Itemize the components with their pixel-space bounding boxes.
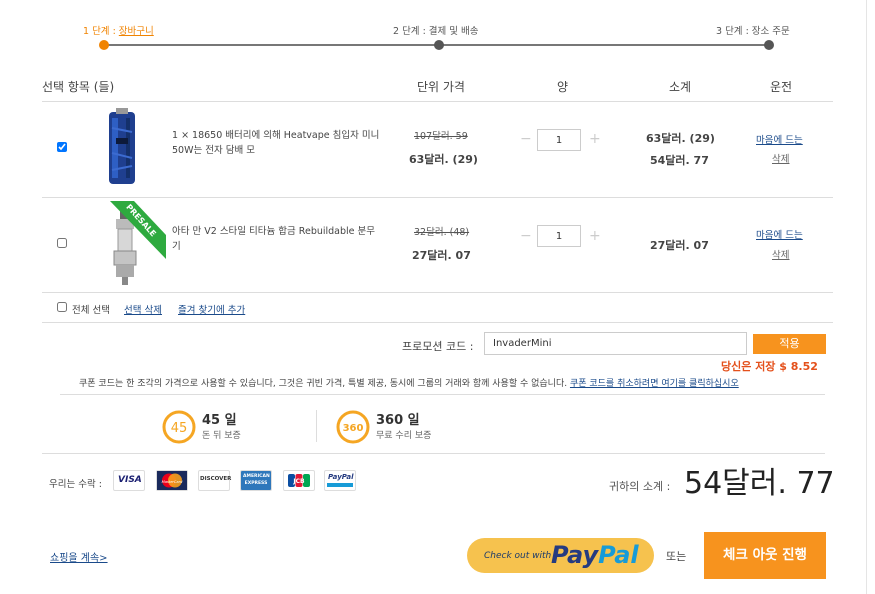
or-text: 또는	[666, 550, 687, 563]
product-name[interactable]: 아타 만 V2 스타일 티타늄 합금 Rebuildable 분무기	[172, 224, 382, 254]
new-price: 63달러. (29)	[409, 153, 478, 166]
paypal-card-icon: PayPal	[324, 470, 356, 491]
qty-increase-button[interactable]: +	[589, 131, 601, 147]
guarantee-title: 45 일	[202, 413, 237, 428]
paypal-checkout-button[interactable]: Check out with PayPal	[467, 538, 654, 573]
item-checkbox[interactable]	[57, 142, 67, 152]
coupon-note: 쿠폰 코드는 한 조각의 가격으로 사용할 수 있습니다, 그것은 귀빈 가격,…	[79, 379, 739, 389]
header-subtotal: 소계	[669, 80, 692, 94]
item-checkbox[interactable]	[57, 238, 67, 248]
delete-link[interactable]: 삭제	[772, 151, 789, 165]
promo-code-label: 프로모션 코드 :	[402, 340, 474, 353]
divider	[42, 322, 833, 323]
wishlist-link[interactable]: 마음에 드는	[756, 132, 803, 146]
header-items: 선택 항목 (들)	[42, 80, 115, 94]
money-back-guarantee-icon: 45	[162, 410, 196, 444]
header-action: 운전	[770, 80, 793, 94]
battery-mod-icon	[109, 108, 135, 184]
saving-text: 당신은 저장 $ 8.52	[721, 360, 818, 373]
divider	[60, 394, 825, 395]
select-all-label[interactable]: 전체 선택	[72, 302, 110, 316]
qty-decrease-button[interactable]: −	[520, 131, 532, 147]
subtotal-label: 귀하의 소계 :	[609, 480, 671, 493]
continue-shopping-link[interactable]: 쇼핑을 계속>	[50, 549, 108, 564]
paypal-logo: PayPal	[551, 541, 639, 569]
step-1-dot	[99, 40, 109, 50]
svg-text:JCB: JCB	[292, 478, 305, 485]
guarantee-subtitle: 무료 수리 보증	[376, 431, 432, 441]
discover-icon: DISCOVER	[198, 470, 231, 491]
step-3-label: 3 단계 : 장소 주문	[716, 26, 790, 37]
item-subtotal-discounted: 54달러. 77	[650, 154, 709, 167]
visa-icon: VISA	[113, 470, 145, 491]
guarantee-subtitle: 돈 뒤 보증	[202, 431, 241, 441]
header-unit-price: 단위 가격	[417, 80, 465, 94]
divider	[42, 101, 833, 102]
qty-increase-button[interactable]: +	[589, 228, 601, 244]
divider	[42, 453, 825, 454]
old-price: 32달러. (48)	[414, 227, 470, 238]
divider	[42, 197, 833, 198]
step-2-dot	[434, 40, 444, 50]
accept-label: 우리는 수락 :	[49, 479, 102, 490]
step-1-label[interactable]: 1 단계 : 장바구니	[83, 23, 154, 37]
delete-link[interactable]: 삭제	[772, 247, 789, 261]
subtotal-value: 54달러. 77	[684, 466, 835, 501]
divider	[42, 292, 833, 293]
svg-text:MasterCard: MasterCard	[162, 480, 183, 484]
qty-input[interactable]: 1	[537, 225, 581, 247]
page-right-border	[866, 0, 867, 594]
qty-decrease-button[interactable]: −	[520, 228, 532, 244]
promo-code-input[interactable]	[484, 332, 747, 355]
checkout-button[interactable]: 체크 아웃 진행	[704, 532, 826, 579]
product-name[interactable]: 1 × 18650 배터리에 의해 Heatvape 침입자 미니 50W는 전…	[172, 128, 382, 158]
step-2-label: 2 단계 : 결제 및 배송	[393, 26, 479, 37]
qty-input[interactable]: 1	[537, 129, 581, 151]
step-3-dot	[764, 40, 774, 50]
guarantee-title: 360 일	[376, 413, 420, 428]
apply-promo-button[interactable]: 적용	[753, 334, 826, 354]
header-qty: 양	[557, 80, 569, 94]
wishlist-link[interactable]: 마음에 드는	[756, 227, 803, 241]
item-subtotal: 63달러. (29)	[646, 132, 715, 145]
free-repair-guarantee-icon: 360	[336, 410, 370, 444]
cart-step-link[interactable]: 장바구니	[119, 26, 154, 37]
svg-text:45: 45	[171, 421, 188, 436]
delete-selected-link[interactable]: 선택 삭제	[124, 302, 162, 316]
amex-icon: AMERICAN EXPRESS	[240, 470, 272, 491]
item-subtotal: 27달러. 07	[650, 239, 709, 252]
cancel-coupon-link[interactable]: 쿠폰 코드를 취소하려면 여기를 클릭하십시오	[570, 379, 739, 389]
select-all-checkbox[interactable]	[57, 302, 67, 312]
mastercard-icon: MasterCard	[156, 470, 188, 491]
jcb-icon: JCB	[283, 470, 315, 491]
old-price: 107달러. 59	[414, 131, 468, 142]
new-price: 27달러. 07	[412, 249, 471, 262]
divider	[316, 410, 317, 442]
add-favorites-link[interactable]: 즐겨 찾기에 추가	[178, 302, 245, 316]
svg-text:360: 360	[343, 423, 364, 434]
